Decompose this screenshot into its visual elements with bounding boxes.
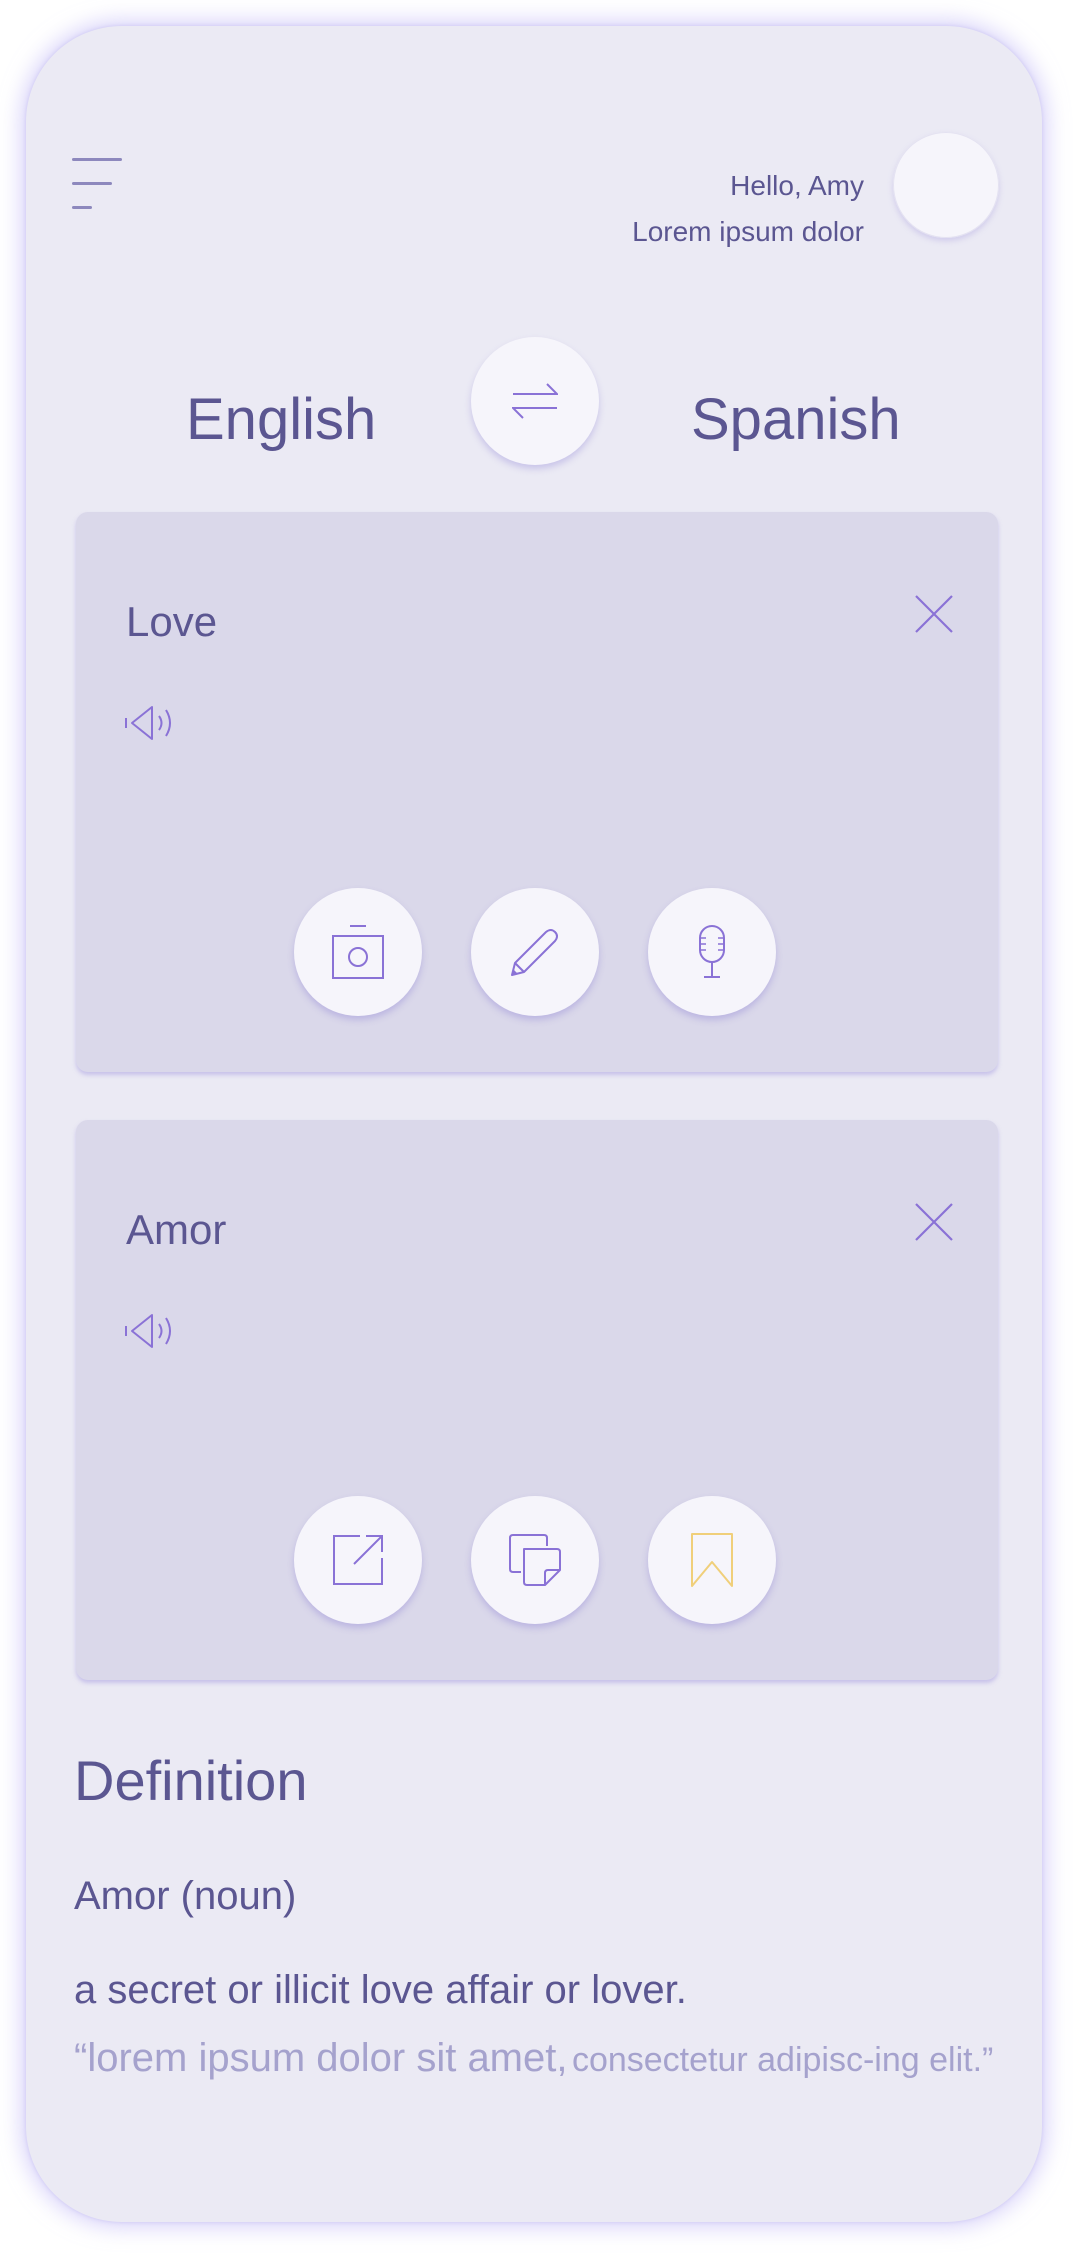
- microphone-icon: [699, 925, 725, 978]
- app-screen: Hello, Amy Lorem ipsum dolor English Spa…: [26, 26, 1042, 2222]
- example-text-large: “lorem ipsum dolor sit amet,: [74, 2036, 568, 2080]
- example-text-small: consectetur adipisc-ing elit.”: [571, 2041, 994, 2079]
- avatar[interactable]: [893, 132, 999, 238]
- voice-input-button[interactable]: [648, 888, 776, 1016]
- bookmark-button[interactable]: [648, 1496, 776, 1624]
- greeting-text: Hello, Amy: [730, 170, 864, 201]
- speaker-icon[interactable]: [124, 1308, 180, 1354]
- definition-heading: Definition: [74, 1749, 308, 1812]
- share-button[interactable]: [294, 1496, 422, 1624]
- swap-icon: [512, 383, 558, 419]
- close-icon[interactable]: [914, 594, 954, 634]
- target-language[interactable]: Spanish: [691, 386, 901, 453]
- translated-word: Amor: [126, 1206, 227, 1253]
- speaker-icon[interactable]: [124, 700, 180, 746]
- menu-icon[interactable]: [72, 158, 128, 218]
- source-language[interactable]: English: [186, 386, 376, 453]
- user-greeting: Hello, Amy Lorem ipsum dolor: [632, 168, 864, 250]
- copy-icon: [509, 1534, 561, 1586]
- swap-languages-button[interactable]: [471, 337, 599, 465]
- camera-icon: [332, 925, 384, 979]
- translation-card: Amor: [76, 1120, 998, 1680]
- bookmark-icon: [691, 1533, 733, 1587]
- source-text-card: Love: [76, 512, 998, 1072]
- close-icon[interactable]: [914, 1202, 954, 1242]
- definition-example: “lorem ipsum dolor sit amet, consectetur…: [74, 2030, 1004, 2095]
- source-word[interactable]: Love: [126, 598, 217, 646]
- handwrite-button[interactable]: [471, 888, 599, 1016]
- greeting-subtitle: Lorem ipsum dolor: [632, 216, 864, 247]
- definition-text: a secret or illicit love affair or lover…: [74, 1968, 687, 2012]
- copy-button[interactable]: [471, 1496, 599, 1624]
- camera-button[interactable]: [294, 888, 422, 1016]
- definition-word: Amor (noun): [74, 1874, 297, 1918]
- pencil-icon: [511, 929, 558, 976]
- share-icon: [333, 1535, 383, 1585]
